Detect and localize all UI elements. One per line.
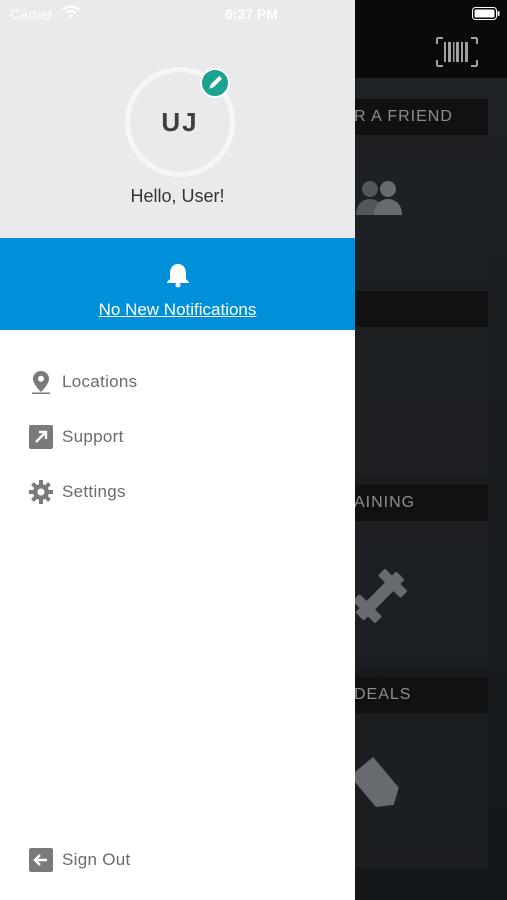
- battery-icon: [472, 7, 500, 20]
- profile-header: UJ Hello, User!: [0, 0, 355, 238]
- notifications-link[interactable]: No New Notifications: [0, 300, 355, 320]
- notification-bar: No New Notifications: [0, 238, 355, 330]
- bell-icon: [167, 264, 189, 288]
- menu-item-locations[interactable]: Locations: [0, 360, 355, 404]
- greeting-text: Hello, User!: [130, 186, 225, 206]
- wifi-icon: [62, 5, 80, 18]
- edit-profile-button[interactable]: [200, 68, 230, 98]
- clock-time: 6:37 PM: [225, 6, 278, 22]
- carrier-label: Carrier: [10, 6, 53, 22]
- menu-item-label: Sign Out: [62, 850, 131, 869]
- sign-out-icon: [29, 848, 53, 872]
- pencil-icon: [209, 75, 223, 89]
- menu-item-label: Support: [62, 427, 124, 446]
- external-link-icon: [29, 425, 53, 449]
- sign-out-button[interactable]: Sign Out: [0, 838, 355, 882]
- side-drawer: UJ Hello, User! No New Notifications Loc…: [0, 0, 355, 900]
- status-bar: Carrier 6:37 PM: [0, 0, 507, 28]
- location-pin-icon: [32, 371, 50, 394]
- menu-item-settings[interactable]: Settings: [0, 470, 355, 514]
- menu-item-label: Locations: [62, 372, 138, 391]
- menu-item-support[interactable]: Support: [0, 415, 355, 459]
- menu-item-label: Settings: [62, 482, 126, 501]
- gear-icon: [29, 480, 53, 504]
